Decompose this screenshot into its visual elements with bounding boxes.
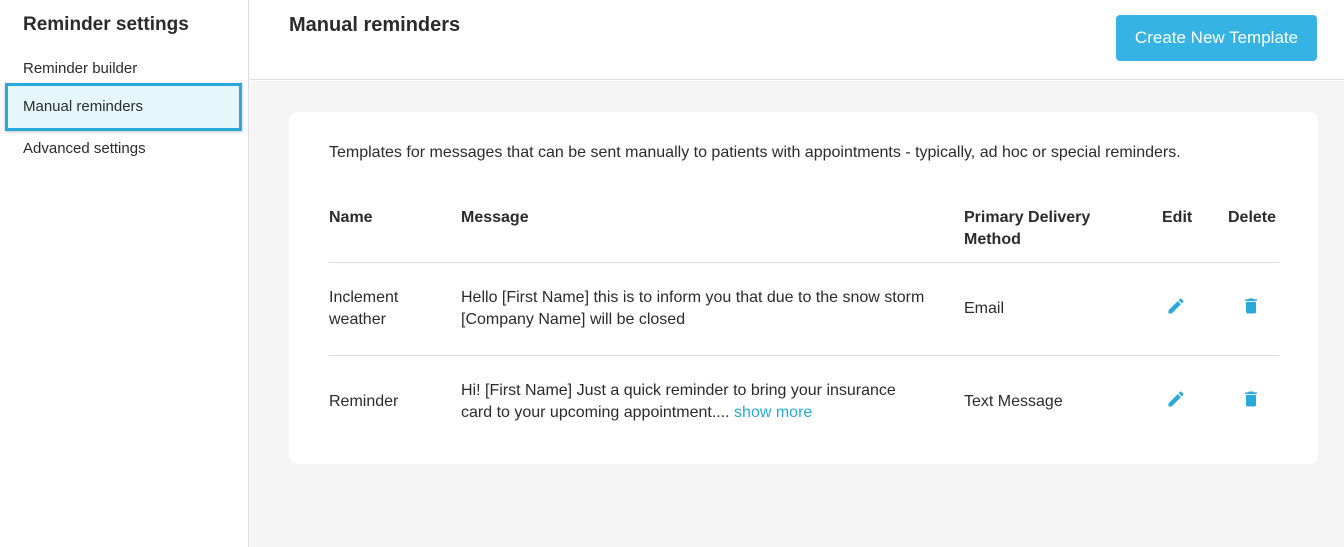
create-new-template-button[interactable]: Create New Template	[1116, 15, 1317, 61]
column-header-delete: Delete	[1228, 209, 1277, 226]
show-more-link[interactable]: show more	[734, 404, 812, 421]
row-message: Hi! [First Name] Just a quick reminder t…	[461, 380, 931, 424]
page-header: Manual reminders Create New Template	[250, 0, 1344, 80]
edit-icon[interactable]	[1165, 295, 1187, 317]
sidebar-item-reminder-builder[interactable]: Reminder builder	[23, 60, 137, 77]
edit-icon[interactable]	[1165, 388, 1187, 410]
table-row: Inclement weather Hello [First Name] thi…	[329, 262, 1279, 355]
main-content: Templates for messages that can be sent …	[250, 81, 1344, 547]
sidebar: Reminder settings Reminder builder Manua…	[0, 0, 249, 547]
page-title: Manual reminders	[289, 14, 461, 36]
trash-icon[interactable]	[1240, 388, 1262, 410]
row-name: Reminder	[329, 393, 399, 410]
row-name: Inclement weather	[329, 289, 399, 328]
row-delivery-method: Email	[964, 300, 1005, 317]
trash-icon[interactable]	[1240, 295, 1262, 317]
sidebar-item-manual-reminders[interactable]: Manual reminders	[5, 83, 242, 131]
column-header-edit: Edit	[1162, 209, 1193, 226]
row-message: Hello [First Name] this is to inform you…	[461, 289, 925, 328]
sidebar-title: Reminder settings	[23, 14, 189, 35]
column-header-message: Message	[461, 209, 529, 226]
sidebar-item-advanced-settings[interactable]: Advanced settings	[23, 140, 146, 157]
column-header-name: Name	[329, 209, 373, 226]
app: Reminder settings Reminder builder Manua…	[0, 0, 1344, 547]
table-row: Reminder Hi! [First Name] Just a quick r…	[329, 355, 1279, 448]
row-delivery-method: Text Message	[964, 393, 1063, 410]
row-message-text: Hi! [First Name] Just a quick reminder t…	[461, 382, 896, 421]
templates-card: Templates for messages that can be sent …	[289, 112, 1318, 464]
column-header-delivery-method: Primary Delivery Method	[964, 209, 1091, 248]
templates-description: Templates for messages that can be sent …	[329, 144, 1181, 161]
